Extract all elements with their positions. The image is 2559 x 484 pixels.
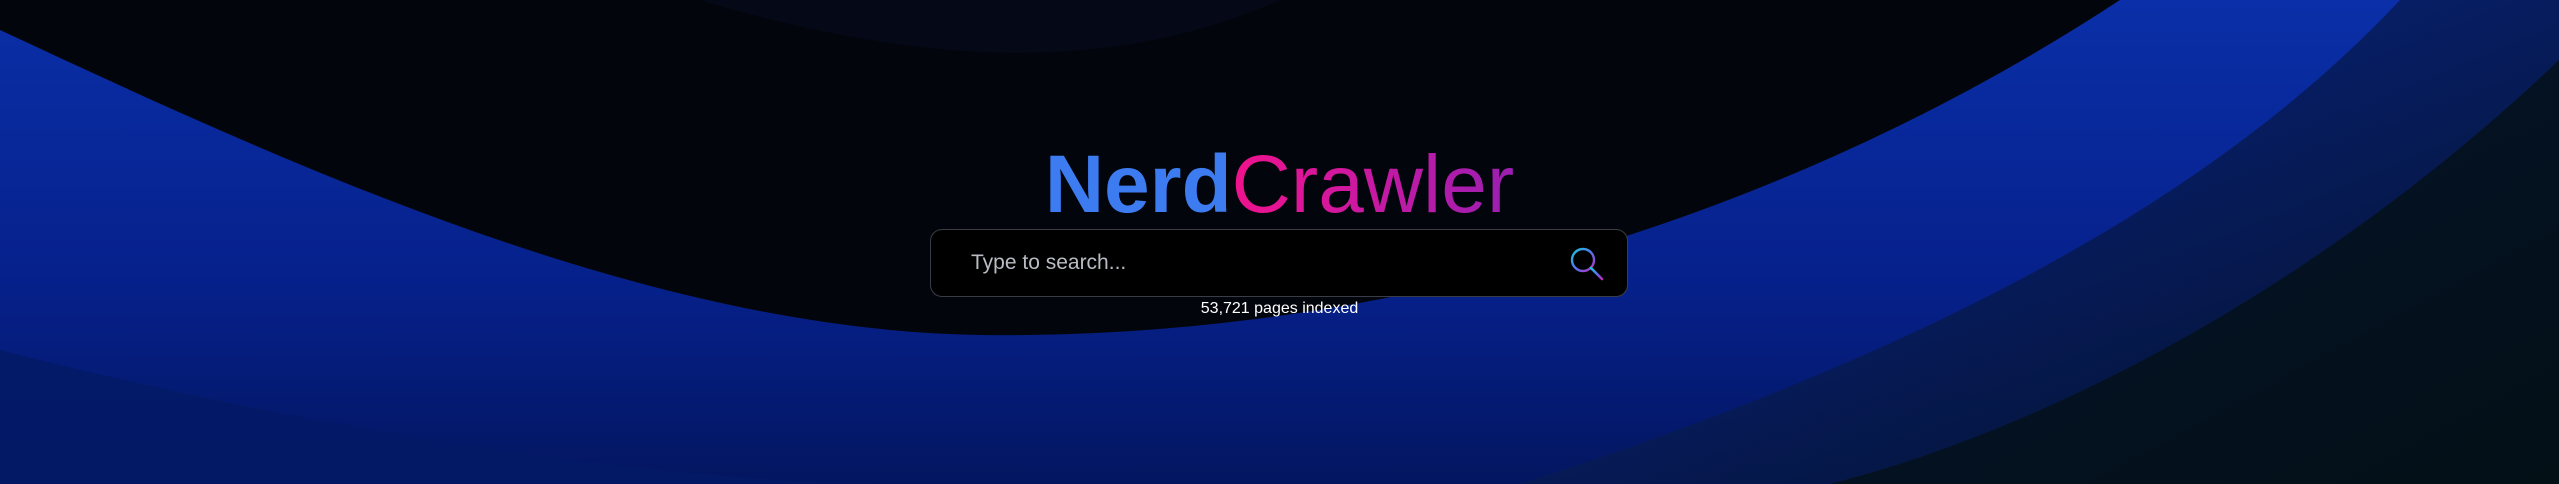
search-bar <box>930 229 1628 297</box>
page: NerdCrawler 53,721 pages indexed <box>0 0 2559 484</box>
pages-indexed-count: 53,721 pages indexed <box>1200 300 1359 317</box>
search-icon <box>1570 247 1604 281</box>
search-button[interactable] <box>1567 244 1607 284</box>
logo: NerdCrawler <box>0 138 2559 232</box>
search-input[interactable] <box>971 230 1531 296</box>
logo-crawler-text: Crawler <box>1231 139 1515 230</box>
logo-nerd-text: Nerd <box>1044 139 1232 230</box>
